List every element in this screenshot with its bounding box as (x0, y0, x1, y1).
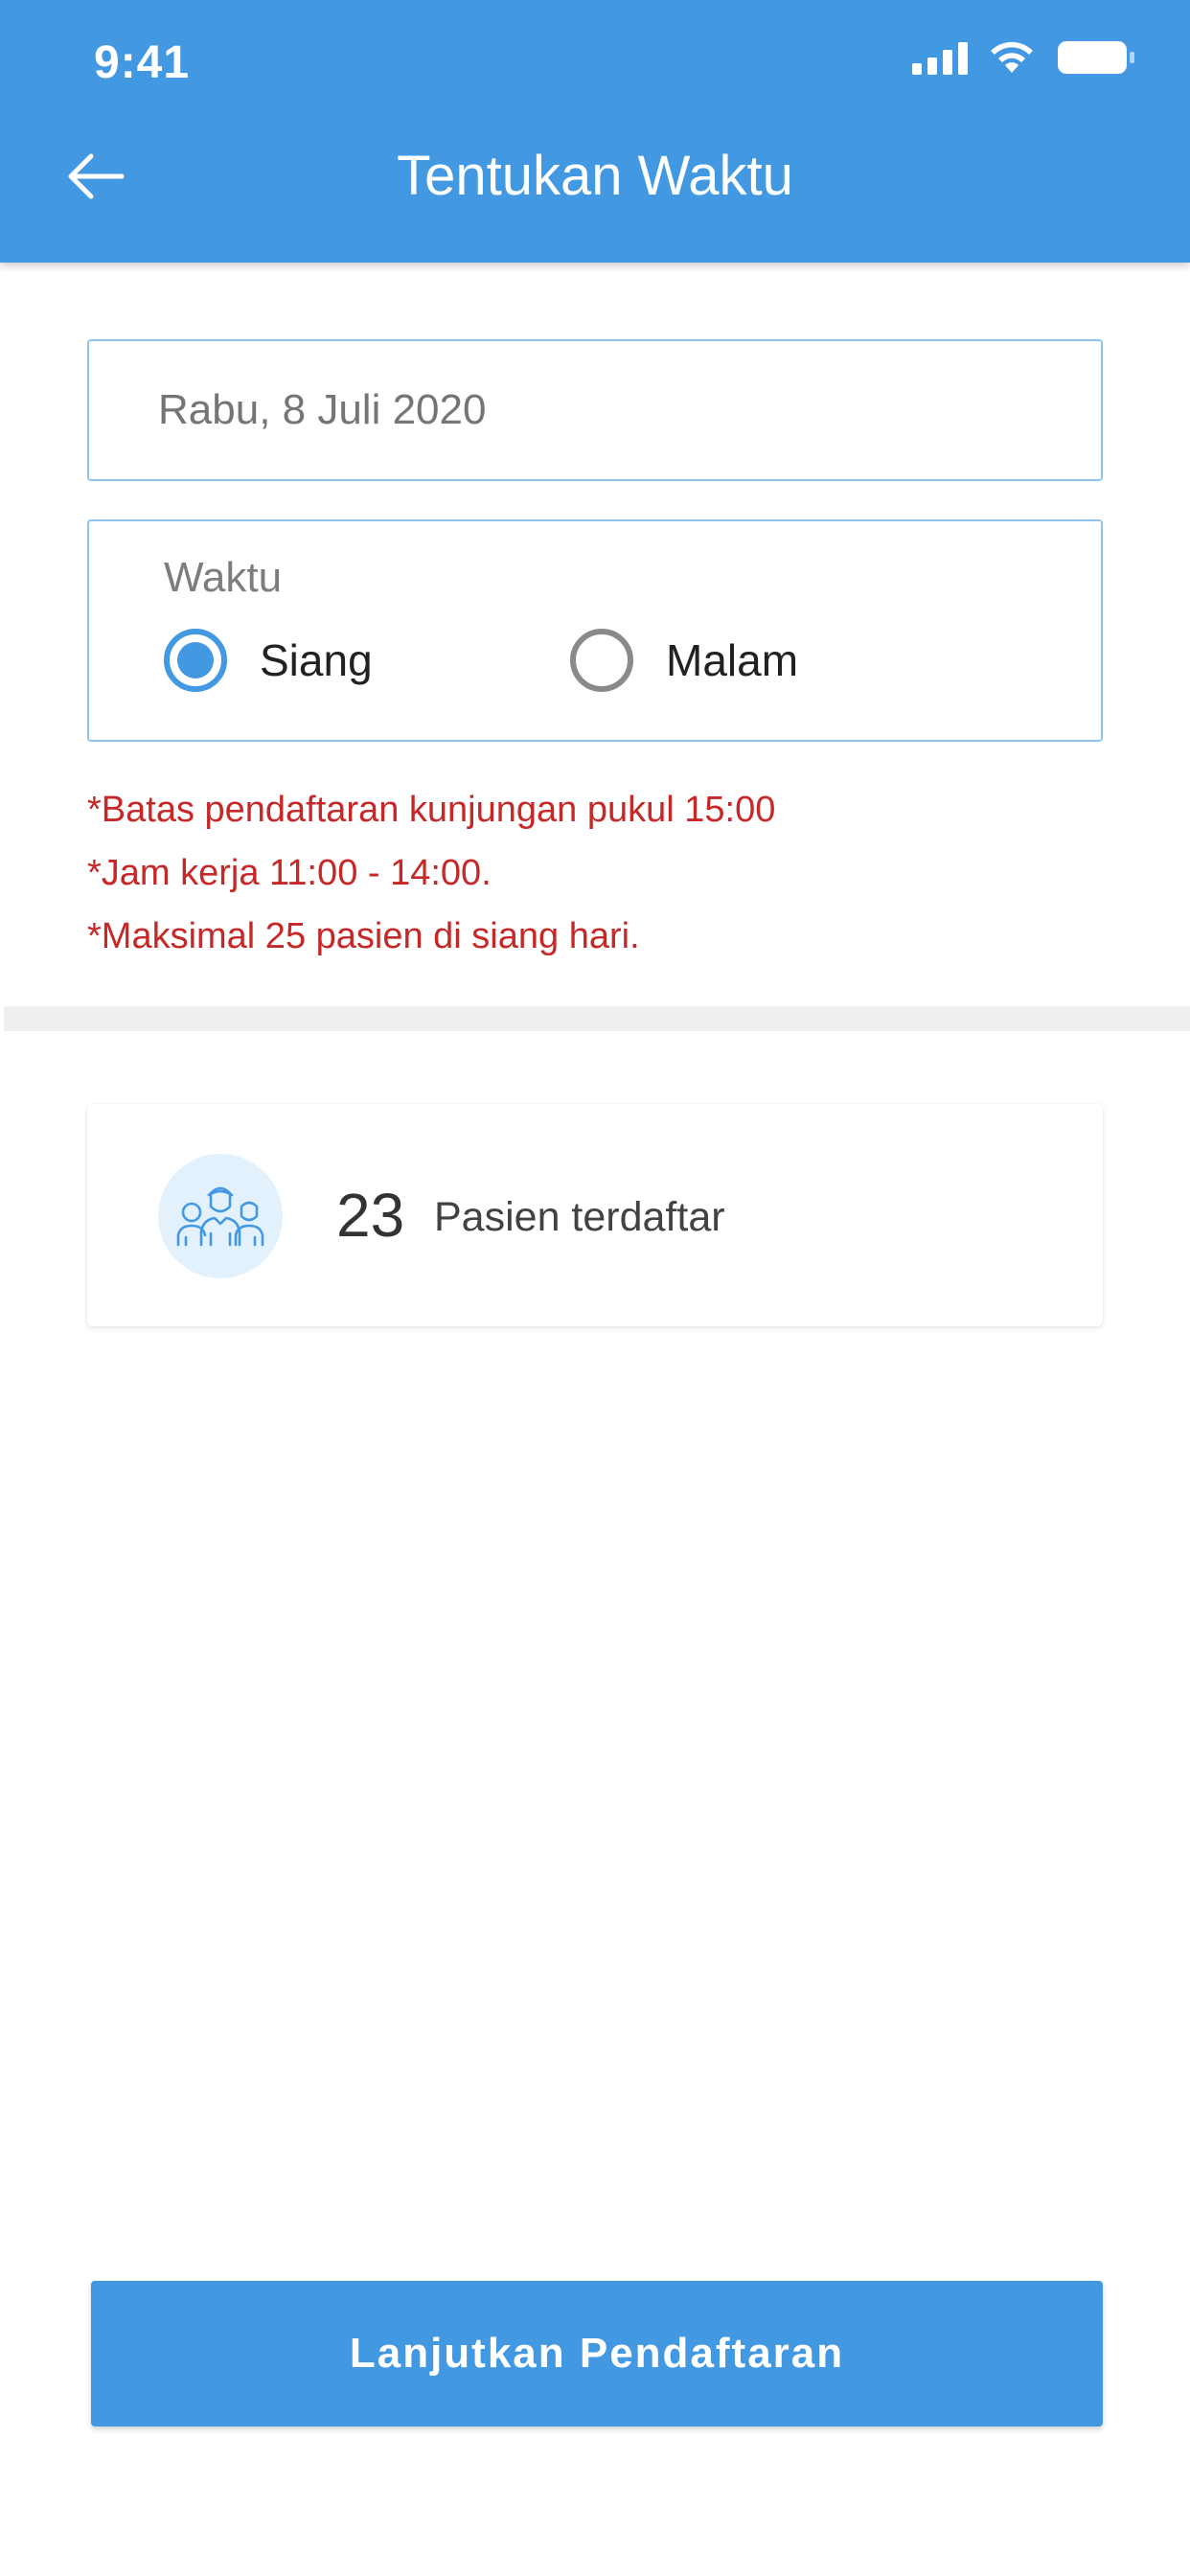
status-icons (912, 38, 1136, 77)
note-line: *Maksimal 25 pasien di siang hari. (87, 916, 640, 956)
radio-checked-icon (164, 629, 227, 692)
time-selector: Waktu Siang Malam (87, 519, 1103, 742)
patient-count-label: Pasien terdaftar (434, 1194, 725, 1240)
app-header: 9:41 Tentukan Waktu (0, 0, 1190, 263)
patient-count: 23 (336, 1181, 405, 1250)
signal-icon (912, 40, 968, 75)
note-line: *Jam kerja 11:00 - 14:00. (87, 853, 492, 893)
status-time: 9:41 (94, 37, 191, 88)
note-line: *Batas pendaftaran kunjungan pukul 15:00 (87, 790, 776, 830)
date-field[interactable]: Rabu, 8 Juli 2020 (87, 339, 1103, 481)
registration-notes: *Batas pendaftaran kunjungan pukul 15:00… (87, 778, 1103, 968)
section-divider (4, 1006, 1190, 1031)
radio-malam[interactable]: Malam (570, 627, 798, 694)
app-screen: 9:41 Tentukan Waktu Rabu, 8 Juli 2020 Wa… (0, 0, 1190, 2576)
radio-malam-label: Malam (666, 635, 799, 685)
time-label: Waktu (164, 554, 283, 601)
patients-group-icon (176, 1186, 264, 1247)
battery-icon (1058, 41, 1134, 74)
patients-icon-circle (158, 1154, 283, 1278)
page-title: Tentukan Waktu (397, 145, 793, 207)
continue-registration-button[interactable]: Lanjutkan Pendaftaran (91, 2281, 1103, 2426)
radio-unchecked-icon (570, 629, 633, 692)
radio-siang-label: Siang (260, 635, 373, 685)
radio-dot (177, 642, 214, 678)
date-value: Rabu, 8 Juli 2020 (158, 386, 487, 433)
patient-count-card: 23 Pasien terdaftar (87, 1104, 1103, 1326)
wifi-icon (991, 41, 1033, 73)
radio-siang[interactable]: Siang (164, 627, 373, 694)
